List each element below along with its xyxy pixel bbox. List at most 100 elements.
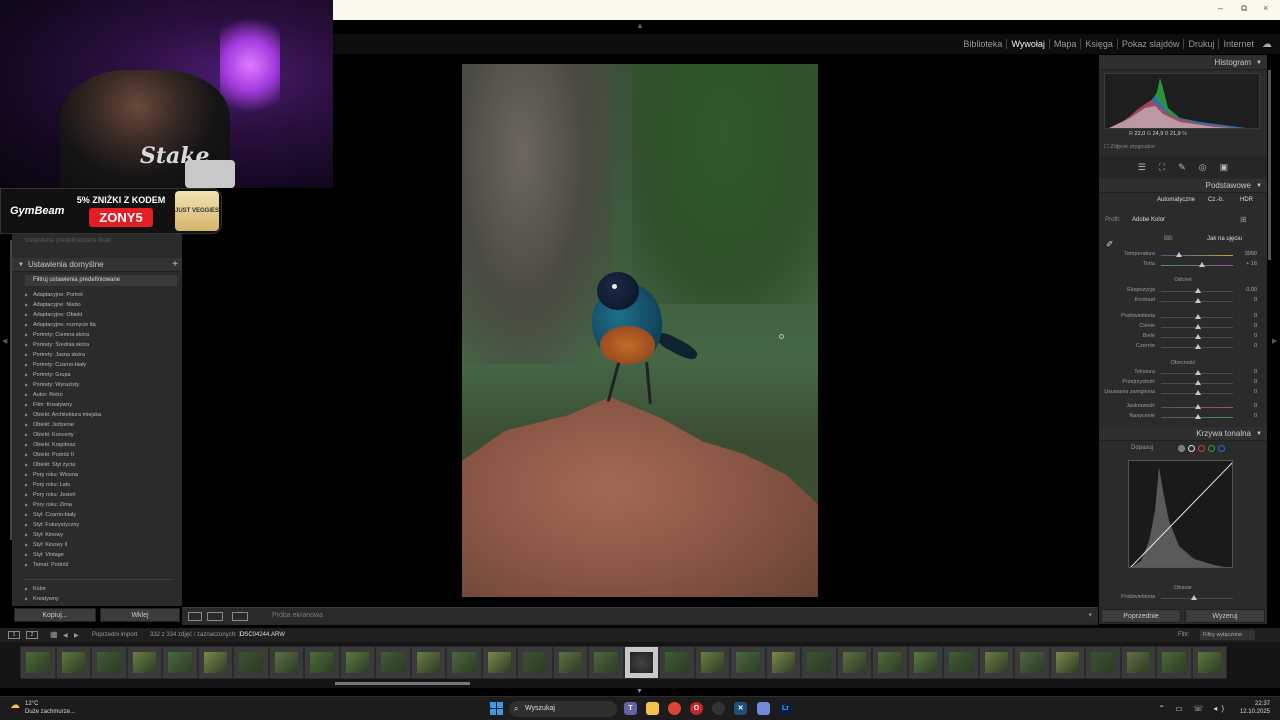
vibrance-slider[interactable]: Jaskrawość 0 bbox=[1099, 403, 1267, 413]
hdr-button[interactable]: HDR bbox=[1240, 197, 1253, 203]
preset-item[interactable]: Obiekt: Koncerty bbox=[25, 430, 180, 440]
soft-proofing-label[interactable]: Próba ekranowa bbox=[272, 612, 323, 619]
current-filename[interactable]: DSC04244.ARW bbox=[240, 632, 285, 638]
filmstrip-thumbnail[interactable] bbox=[1014, 646, 1050, 679]
dehaze-slider[interactable]: Usuwanie zamglenia 0 bbox=[1099, 389, 1267, 399]
red-channel-icon[interactable] bbox=[1198, 445, 1205, 452]
preset-item[interactable]: Styl: Vintage bbox=[25, 550, 180, 560]
contrast-value[interactable]: 0 bbox=[1254, 297, 1257, 303]
filter-select[interactable]: Filtry wyłączone bbox=[1200, 630, 1255, 640]
view-2-button[interactable]: 2 bbox=[26, 631, 38, 639]
chromium-icon[interactable] bbox=[712, 702, 725, 715]
preset-item[interactable]: Pory roku: Lato bbox=[25, 480, 180, 490]
add-preset-icon[interactable]: + bbox=[172, 258, 178, 272]
preset-group[interactable]: Kreatywny bbox=[25, 594, 180, 604]
filmstrip-thumbnail[interactable] bbox=[836, 646, 872, 679]
filmstrip-thumbnail[interactable] bbox=[801, 646, 837, 679]
filmstrip-thumbnail[interactable] bbox=[1085, 646, 1121, 679]
maximize-button[interactable]: ⧉ bbox=[1241, 3, 1247, 14]
slider-knob[interactable] bbox=[1195, 324, 1201, 329]
preset-item[interactable]: Pory roku: Wiosna bbox=[25, 470, 180, 480]
slider-knob[interactable] bbox=[1195, 334, 1201, 339]
original-photo-checkbox[interactable]: ☐ Zdjęcie oryginalne bbox=[1104, 144, 1155, 150]
slider-knob[interactable] bbox=[1195, 414, 1201, 419]
filmstrip-thumbnail[interactable] bbox=[623, 646, 659, 679]
right-panel-toggle-icon[interactable]: ▶ bbox=[1272, 337, 1277, 345]
collapse-down-icon[interactable]: ▼ bbox=[636, 688, 643, 695]
filmstrip-thumbnail[interactable] bbox=[55, 646, 91, 679]
module-book[interactable]: Księga bbox=[1080, 39, 1117, 49]
app-icon[interactable]: ✕ bbox=[734, 702, 747, 715]
filmstrip-thumbnail[interactable] bbox=[872, 646, 908, 679]
curve-highlights-slider[interactable]: Podświetlenia bbox=[1099, 594, 1267, 604]
preset-item[interactable]: Pory roku: Zima bbox=[25, 500, 180, 510]
preset-item[interactable]: Temat: Podróż bbox=[25, 560, 180, 570]
filmstrip-source[interactable]: Poprzedni import bbox=[92, 632, 137, 638]
view-1-button[interactable]: 1 bbox=[8, 631, 20, 639]
module-develop[interactable]: Wywołaj bbox=[1006, 39, 1048, 49]
slider-knob[interactable] bbox=[1195, 344, 1201, 349]
histogram-header[interactable]: Histogram ▼ bbox=[1099, 56, 1267, 70]
filmstrip-thumbnail[interactable] bbox=[517, 646, 553, 679]
edit-sliders-icon[interactable]: ☰ bbox=[1138, 162, 1146, 173]
teams-icon[interactable]: T bbox=[624, 702, 637, 715]
auto-button[interactable]: Automatyczne bbox=[1157, 197, 1195, 203]
filmstrip-thumbnail[interactable] bbox=[694, 646, 730, 679]
filter-presets-input[interactable]: Filtruj ustawienia predefiniowane bbox=[25, 275, 177, 286]
preset-item[interactable]: Obiekt: Styl życia bbox=[25, 460, 180, 470]
highlights-slider[interactable]: Podświetlenia 0 bbox=[1099, 313, 1267, 323]
filmstrip-thumbnail[interactable] bbox=[1191, 646, 1227, 679]
preset-item[interactable]: Obiekt: Krajobraz bbox=[25, 440, 180, 450]
blacks-value[interactable]: 0 bbox=[1254, 343, 1257, 349]
module-library[interactable]: Biblioteka bbox=[959, 39, 1006, 49]
histogram[interactable] bbox=[1104, 73, 1260, 129]
grid-icon[interactable]: ▦ bbox=[50, 630, 58, 639]
eyedropper-icon[interactable]: ✐ bbox=[1106, 239, 1114, 250]
filmstrip-scrollbar[interactable] bbox=[335, 682, 470, 685]
tint-slider[interactable]: Tinta + 16 bbox=[1099, 261, 1267, 271]
vibrance-value[interactable]: 0 bbox=[1254, 403, 1257, 409]
preset-item[interactable]: Styl: Kinowy II bbox=[25, 540, 180, 550]
filmstrip-thumbnail[interactable] bbox=[197, 646, 233, 679]
highlights-value[interactable]: 0 bbox=[1254, 313, 1257, 319]
compare-icon[interactable] bbox=[232, 612, 248, 621]
right-scrollbar[interactable] bbox=[1268, 70, 1271, 260]
slider-knob[interactable] bbox=[1195, 380, 1201, 385]
presets-section-header[interactable]: ▼ Ustawienia domyślne + bbox=[12, 258, 182, 272]
chrome-icon[interactable] bbox=[668, 702, 681, 715]
panel-toggle-top[interactable]: ▲ bbox=[333, 20, 1280, 34]
profile-browser-icon[interactable]: ⊞ bbox=[1240, 215, 1247, 224]
preset-item[interactable]: Obiekt: Jedzenie bbox=[25, 420, 180, 430]
green-channel-icon[interactable] bbox=[1208, 445, 1215, 452]
preset-item[interactable]: Autor: Retro bbox=[25, 390, 180, 400]
filmstrip-thumbnail[interactable] bbox=[446, 646, 482, 679]
module-slideshow[interactable]: Pokaz slajdów bbox=[1116, 39, 1184, 49]
tone-curve-graph[interactable] bbox=[1128, 460, 1233, 568]
slider-knob[interactable] bbox=[1195, 298, 1201, 303]
filmstrip-thumbnail[interactable] bbox=[162, 646, 198, 679]
preset-item[interactable]: Styl: Czarno-biały bbox=[25, 510, 180, 520]
main-photo[interactable] bbox=[462, 64, 818, 597]
clock[interactable]: 22:37 12.10.2025 bbox=[1240, 700, 1270, 716]
preset-item[interactable]: Adaptacyjne: rozmycie tła bbox=[25, 320, 180, 330]
preset-item[interactable]: Portrety: Ciemna skóra bbox=[25, 330, 180, 340]
toolbar-menu-icon[interactable]: ▾ bbox=[1088, 611, 1092, 619]
preset-item[interactable]: Pory roku: Jesień bbox=[25, 490, 180, 500]
paste-button[interactable]: Wklej bbox=[100, 608, 180, 622]
filmstrip-thumbnail[interactable] bbox=[268, 646, 304, 679]
preset-item[interactable]: Adaptacyjne: Obiekt bbox=[25, 310, 180, 320]
taskbar-search[interactable]: ⌕ Wyszukaj bbox=[509, 701, 617, 717]
temperature-value[interactable]: 3950 bbox=[1245, 251, 1257, 257]
slider-knob[interactable] bbox=[1176, 252, 1182, 257]
previous-button[interactable]: Poprzednie bbox=[1101, 609, 1181, 623]
clarity-value[interactable]: 0 bbox=[1254, 379, 1257, 385]
filmstrip-thumbnail[interactable] bbox=[1120, 646, 1156, 679]
filmstrip-thumbnail[interactable] bbox=[375, 646, 411, 679]
filmstrip-thumbnail[interactable] bbox=[20, 646, 56, 679]
wb-select[interactable]: Jak na ujęciu bbox=[1207, 236, 1242, 242]
minimize-button[interactable]: – bbox=[1218, 3, 1223, 13]
point-curve-icon[interactable] bbox=[1188, 445, 1195, 452]
preset-item[interactable]: Portrety: Jasna skóra bbox=[25, 350, 180, 360]
preset-item[interactable]: Adaptacyjne: Portret bbox=[25, 290, 180, 300]
filmstrip-thumbnail[interactable] bbox=[1156, 646, 1192, 679]
